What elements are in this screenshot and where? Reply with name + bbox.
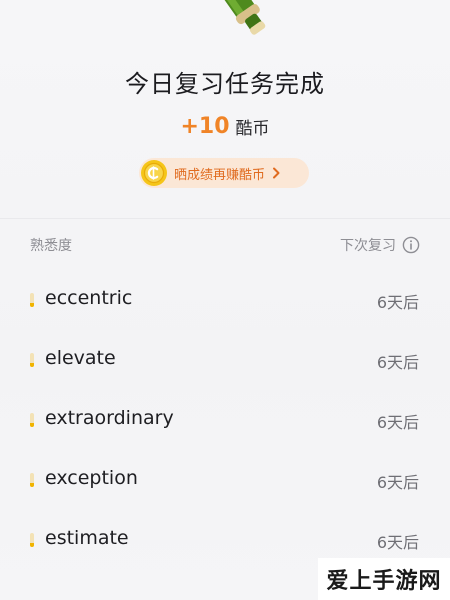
word-row[interactable]: eccentric 6天后 [0,270,450,330]
info-icon[interactable] [402,236,420,254]
share-score-button[interactable]: 晒成绩再赚酷币 [139,158,309,188]
word-text: estimate [45,527,129,549]
word-row[interactable]: extraordinary 6天后 [0,390,450,450]
familiarity-bar [30,353,34,367]
word-text: extraordinary [45,407,174,429]
share-score-label: 晒成绩再赚酷币 [174,167,266,183]
word-row[interactable]: elevate 6天后 [0,330,450,390]
familiarity-bar [30,293,34,307]
next-review-header[interactable]: 下次复习 [340,235,420,255]
completion-title: 今日复习任务完成 [125,70,325,98]
review-complete-screen: 今日复习任务完成 +10 酷币 晒成绩再赚酷币 熟悉度 下次复习 eccentr… [0,0,450,600]
word-list-header: 熟悉度 下次复习 [30,234,420,256]
next-review-time: 6天后 [376,293,419,312]
word-list: eccentric 6天后 elevate 6天后 extraordinary … [0,270,450,570]
watermark-text: 爱上手游网 [326,568,442,594]
familiarity-bar [30,533,34,547]
familiarity-bar [30,473,34,487]
word-text: elevate [45,347,116,369]
reward-amount: +10 [180,114,230,139]
familiarity-bar [30,413,34,427]
next-review-column-label: 下次复习 [340,238,396,254]
next-review-time: 6天后 [376,473,419,492]
reward-unit: 酷币 [235,119,270,139]
familiarity-fill [30,482,34,487]
next-review-time: 6天后 [376,533,419,552]
chevron-right-icon [273,167,280,179]
next-review-time: 6天后 [376,353,419,372]
familiarity-fill [30,362,34,367]
familiarity-column-label: 熟悉度 [30,238,72,254]
reward-line: +10 酷币 [0,114,450,139]
familiarity-fill [30,422,34,427]
familiarity-fill [30,302,34,307]
section-divider [0,218,450,219]
champagne-bottle-icon [219,0,266,35]
familiarity-fill [30,542,34,547]
word-row[interactable]: exception 6天后 [0,450,450,510]
word-text: exception [45,467,138,489]
word-text: eccentric [45,287,133,309]
watermark: 爱上手游网 [318,558,450,600]
next-review-time: 6天后 [376,413,419,432]
coin-icon [141,160,167,186]
